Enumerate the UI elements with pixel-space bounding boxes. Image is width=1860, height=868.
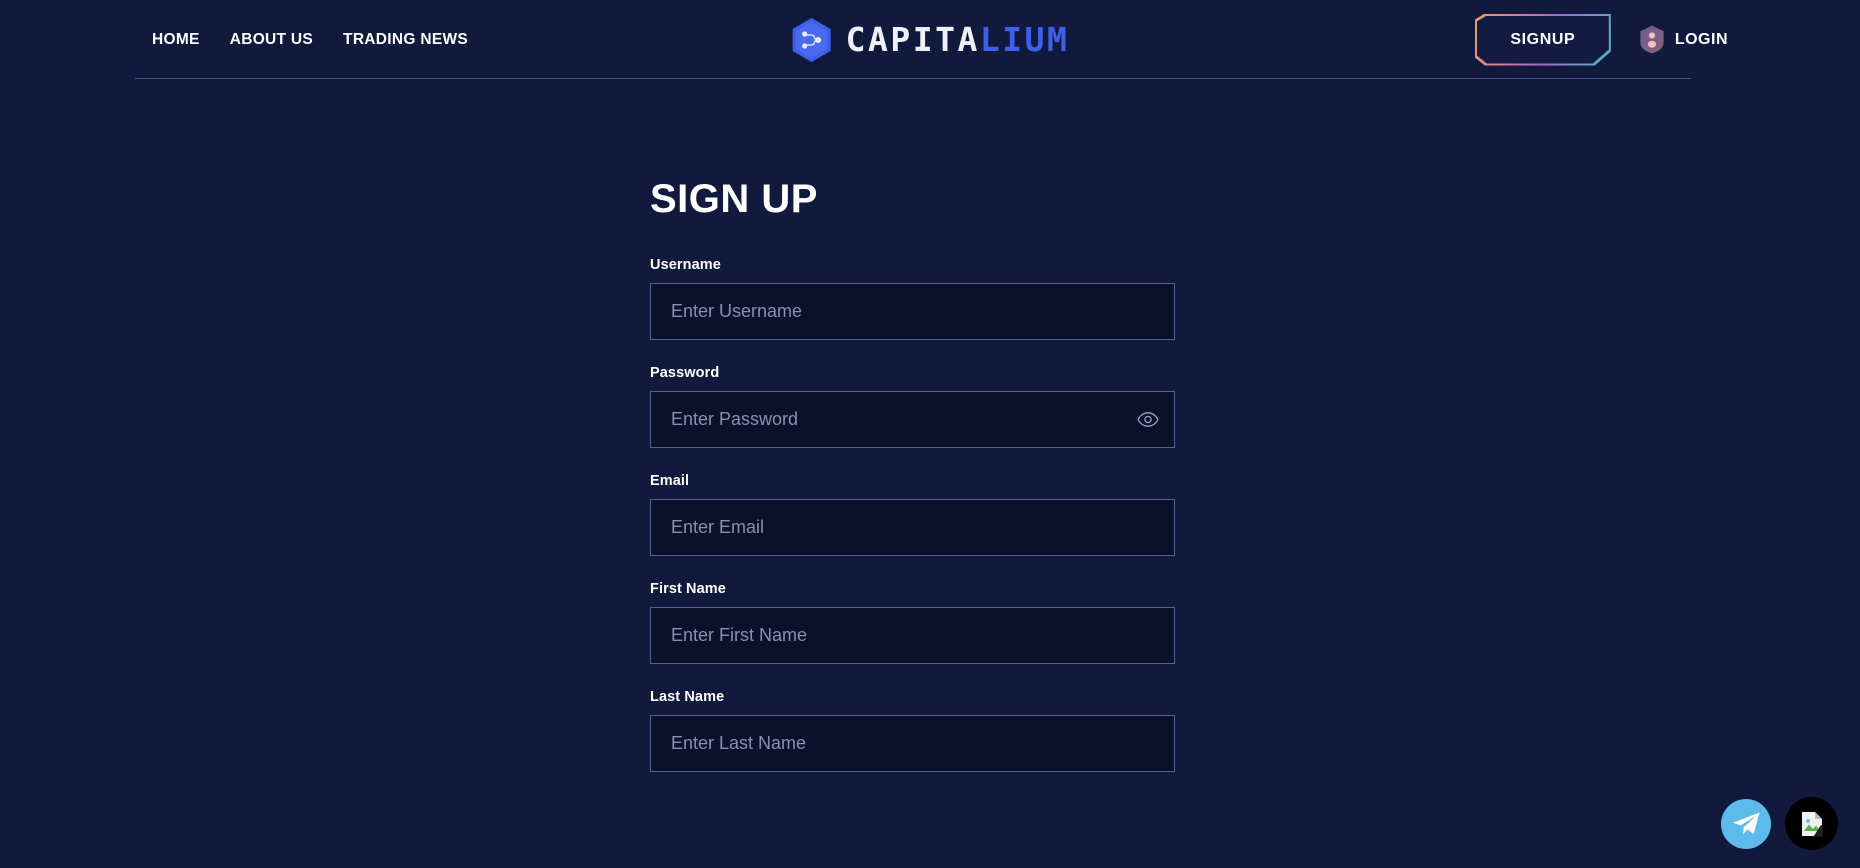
main-navigation: HOME ABOUT US TRADING NEWS <box>152 0 468 79</box>
nav-link-trading-news[interactable]: TRADING NEWS <box>343 31 468 49</box>
brand-name: CAPITALIUM <box>846 23 1070 56</box>
chat-widget-button[interactable] <box>1785 797 1838 850</box>
site-header: HOME ABOUT US TRADING NEWS CAPITALIUM SI… <box>0 0 1860 79</box>
label-email: Email <box>650 473 690 489</box>
field-username: Username <box>650 257 1175 340</box>
signup-button-inner: SIGNUP <box>1477 16 1609 64</box>
label-username: Username <box>650 257 721 273</box>
login-button-label: LOGIN <box>1674 30 1728 48</box>
shield-user-icon <box>1639 25 1665 54</box>
password-visibility-toggle[interactable] <box>1133 405 1163 433</box>
email-input[interactable] <box>650 499 1175 556</box>
nav-link-about-us[interactable]: ABOUT US <box>230 31 313 49</box>
signup-button-label: SIGNUP <box>1510 30 1576 48</box>
page-main: SIGN UP Username Password Email Firs <box>0 79 1860 868</box>
telegram-button[interactable] <box>1721 798 1771 849</box>
header-actions: SIGNUP LOGIN <box>1475 0 1732 79</box>
first-name-input[interactable] <box>650 607 1175 664</box>
field-first-name: First Name <box>650 581 1175 664</box>
brand-name-accent: LIUM <box>979 20 1070 59</box>
login-button[interactable]: LOGIN <box>1635 21 1732 58</box>
last-name-input[interactable] <box>650 715 1175 772</box>
broken-image-icon <box>1800 811 1824 837</box>
eye-icon <box>1137 411 1159 427</box>
brand-name-primary: CAPITA <box>845 20 980 59</box>
telegram-paper-plane-icon <box>1731 811 1761 837</box>
field-password: Password <box>650 365 1175 448</box>
signup-form: SIGN UP Username Password Email Firs <box>650 179 1175 797</box>
floating-widgets <box>1721 797 1838 850</box>
hexagon-network-icon <box>791 17 833 63</box>
label-last-name: Last Name <box>650 689 725 705</box>
signup-button[interactable]: SIGNUP <box>1475 14 1611 66</box>
password-input[interactable] <box>650 391 1175 448</box>
label-first-name: First Name <box>650 581 726 597</box>
field-last-name: Last Name <box>650 689 1175 772</box>
nav-link-home[interactable]: HOME <box>152 31 200 49</box>
label-password: Password <box>650 365 720 381</box>
username-input[interactable] <box>650 283 1175 340</box>
page-title: SIGN UP <box>650 177 818 221</box>
field-email: Email <box>650 473 1175 556</box>
brand-logo[interactable]: CAPITALIUM <box>791 0 1070 79</box>
